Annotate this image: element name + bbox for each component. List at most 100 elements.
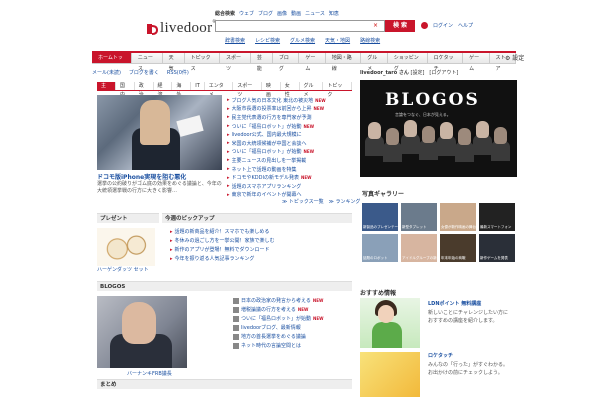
blogos-item[interactable]: 増税論議の行方を考える NEW — [233, 305, 353, 314]
category-tab[interactable]: 経済 — [154, 82, 173, 98]
headline-item[interactable]: ▸ 大阪市長選の投票率は前回から上昇 NEW — [227, 105, 357, 114]
recommend-title-2[interactable]: ロケタッチ — [428, 352, 453, 359]
category-tab[interactable]: 国内 — [116, 82, 135, 98]
nav-item[interactable]: 天気 — [163, 53, 185, 72]
search-tab[interactable]: 画像 — [277, 10, 287, 17]
search-input[interactable] — [215, 20, 385, 32]
search-sub-link[interactable]: 天気・地図 — [325, 37, 350, 44]
blogos-title[interactable]: 地方の首長選挙をめぐる議論 — [241, 333, 306, 340]
personal-nav-link[interactable]: ブログを書く — [129, 69, 159, 76]
blogos-item[interactable]: ネット時代の言論空間とは — [233, 341, 353, 350]
headline-item[interactable]: ▸ livedoor公式、国内最大規模に — [227, 130, 357, 139]
headline-item[interactable]: ▸ 主要ニュースの見出しを一挙掲載 — [227, 156, 357, 165]
login-link[interactable]: ログイン — [433, 22, 453, 29]
pickup-item[interactable]: ▸ 今年を振り返る人気記事ランキング — [170, 255, 352, 264]
headline-item[interactable]: ▸ 話題のスマホアプリランキング — [227, 182, 357, 191]
livedoor-logo[interactable]: livedoor® — [160, 20, 217, 37]
headline-title[interactable]: livedoor公式、国内最大規模に — [232, 131, 302, 138]
blogos-title[interactable]: ついに「福島ロボット」が始動 — [241, 315, 311, 322]
headline-title[interactable]: ブログ人気の日本文化 東北の被災地 — [232, 97, 314, 104]
search-sub-link[interactable]: 路線検索 — [360, 37, 380, 44]
category-tab[interactable]: 女性 — [281, 82, 300, 98]
search-sub-link[interactable]: 辞書検索 — [225, 37, 245, 44]
headline-title[interactable]: 米国の大統領候補が中国と会談へ — [232, 140, 307, 147]
nav-item[interactable]: ロケタッチ — [428, 53, 464, 72]
blogos-title[interactable]: ネット時代の言論空間とは — [241, 342, 301, 349]
search-tab[interactable]: ブログ — [258, 10, 273, 17]
headline-item[interactable]: ▸ ドコモやKDDIの新モデル発表 NEW — [227, 173, 357, 182]
gallery-photo[interactable]: 話題のロボット — [362, 234, 398, 262]
blogos-title[interactable]: 日本の政治家の発言から考える — [241, 297, 311, 304]
category-tab[interactable]: スポーツ — [233, 82, 262, 98]
category-tab[interactable]: IT — [191, 82, 205, 90]
blogos-title[interactable]: 増税論議の行方を考える — [241, 306, 296, 313]
headline-item[interactable]: ▸ ついに「福島ロボット」が始動 NEW — [227, 122, 357, 131]
user-status-links[interactable]: [設定] [ログアウト] — [411, 70, 459, 76]
headline-title[interactable]: 主要ニュースの見出しを一挙掲載 — [232, 157, 307, 164]
pickup-item[interactable]: ▸ 話題の新商品を紹介！スマホでも楽しめる — [170, 228, 352, 237]
livedoor-logo-icon[interactable] — [145, 22, 159, 36]
gallery-photo[interactable]: 女優が新作映画の舞台挨拶 — [440, 203, 476, 231]
recommend-title-1[interactable]: LDNポイント 無料講座 — [428, 300, 481, 307]
pickup-title[interactable]: 冬休みの過ごし方を一挙公開！家族で楽しむ — [175, 238, 275, 244]
search-sub-link[interactable]: レシピ検索 — [255, 37, 280, 44]
gallery-photo[interactable]: 年末年始の商戦 — [440, 234, 476, 262]
category-tab[interactable]: 海外 — [172, 82, 192, 98]
headline-title[interactable]: 大阪市長選の投票率は前回から上昇 — [232, 105, 312, 112]
nav-item[interactable]: ブログ — [273, 53, 300, 72]
blogos-item[interactable]: 日本の政治家の発言から考える NEW — [233, 296, 353, 305]
search-sub-link[interactable]: グルメ検索 — [290, 37, 315, 44]
gallery-photo[interactable]: 新製品のプレゼンテーション — [362, 203, 398, 231]
search-tab[interactable]: ウェブ — [239, 10, 254, 17]
nav-item[interactable]: スポーツ — [220, 53, 251, 72]
nav-item[interactable]: ゲーム — [463, 53, 490, 72]
nav-item[interactable]: ニュース — [132, 53, 163, 72]
personal-nav-link[interactable]: RSS(0件) — [167, 69, 189, 76]
headline-title[interactable]: 話題のスマホアプリランキング — [232, 183, 302, 190]
blogos-item[interactable]: 地方の首長選挙をめぐる議論 — [233, 332, 353, 341]
present-image[interactable] — [97, 228, 155, 266]
headline-item[interactable]: ▸ 米国の大統領候補が中国と会談へ — [227, 139, 357, 148]
pickup-item[interactable]: ▸ 新作のアプリが登場！無料でダウンロード — [170, 246, 352, 255]
pickup-title[interactable]: 話題の新商品を紹介！スマホでも楽しめる — [175, 229, 270, 235]
headline-title[interactable]: ついに「福島ロボット」が始動 — [232, 123, 302, 130]
personal-nav-link[interactable]: メール(未読) — [92, 69, 121, 76]
nav-item[interactable]: トピックス — [185, 53, 220, 72]
gallery-photo[interactable]: アイドルグループの新曲 — [401, 234, 437, 262]
blogos-item[interactable]: ついに「福島ロボット」が始動 NEW — [233, 314, 353, 323]
clear-search-icon[interactable]: × — [373, 22, 378, 29]
category-tab[interactable]: トピック — [323, 82, 352, 98]
search-tab[interactable]: 総合検索 — [215, 10, 235, 17]
recommend-image-2[interactable] — [360, 352, 420, 397]
blogos-item[interactable]: livedoorブログ、最新情報 — [233, 323, 353, 332]
more-topics-links[interactable]: ≫ トピックス一覧 ≫ ランキング — [282, 198, 360, 205]
pickup-title[interactable]: 新作のアプリが登場！無料でダウンロード — [175, 247, 270, 253]
blogos-photo-caption[interactable]: バーナンキFRB議長 — [127, 370, 172, 377]
search-tab[interactable]: ニュース — [305, 10, 325, 17]
headline-title[interactable]: 民主党代表選の行方を専門家が予測 — [232, 114, 312, 121]
settings-gear-icon[interactable]: ⚙ 設定 — [505, 53, 524, 62]
help-link[interactable]: ヘルプ — [458, 22, 473, 29]
blogos-title[interactable]: livedoorブログ、最新情報 — [241, 324, 301, 331]
category-tab[interactable]: 政治 — [135, 82, 154, 98]
pickup-item[interactable]: ▸ 冬休みの過ごし方を一挙公開！家族で楽しむ — [170, 237, 352, 246]
headline-title[interactable]: ドコモやKDDIの新モデル発表 — [232, 174, 299, 181]
gallery-photo[interactable]: 最新スマートフォン — [479, 203, 515, 231]
category-tab[interactable]: エンタメ — [205, 82, 234, 98]
headline-title[interactable]: ネット上で話題の動画を特集 — [232, 166, 297, 173]
username[interactable]: livedoor_taro さん — [360, 70, 409, 76]
nav-item[interactable]: ゲーム — [299, 53, 326, 72]
headline-item[interactable]: ▸ ネット上で話題の動画を特集 — [227, 165, 357, 174]
category-tab[interactable]: グルメ — [300, 82, 324, 98]
gallery-photo[interactable]: 新型タブレット — [401, 203, 437, 231]
headline-item[interactable]: ▸ 民主党代表選の行方を専門家が予測 — [227, 113, 357, 122]
headline-item[interactable]: ▸ ついに「福島ロボット」が始動 NEW — [227, 148, 357, 157]
headline-item[interactable]: ▸ ブログ人気の日本文化 東北の被災地 NEW — [227, 96, 357, 105]
category-tab[interactable]: 映画 — [262, 82, 281, 98]
nav-item[interactable]: ホームトップ — [92, 53, 132, 72]
nav-item[interactable]: ショッピング — [388, 53, 428, 72]
category-tab[interactable]: 主要 — [97, 82, 116, 98]
nav-item[interactable]: 芸能 — [251, 53, 273, 72]
top-story-caption[interactable]: ドコモ版iPhone実現を阻む悪化 — [97, 172, 186, 181]
gallery-photo[interactable]: 新作ゲームを発表 — [479, 234, 515, 262]
